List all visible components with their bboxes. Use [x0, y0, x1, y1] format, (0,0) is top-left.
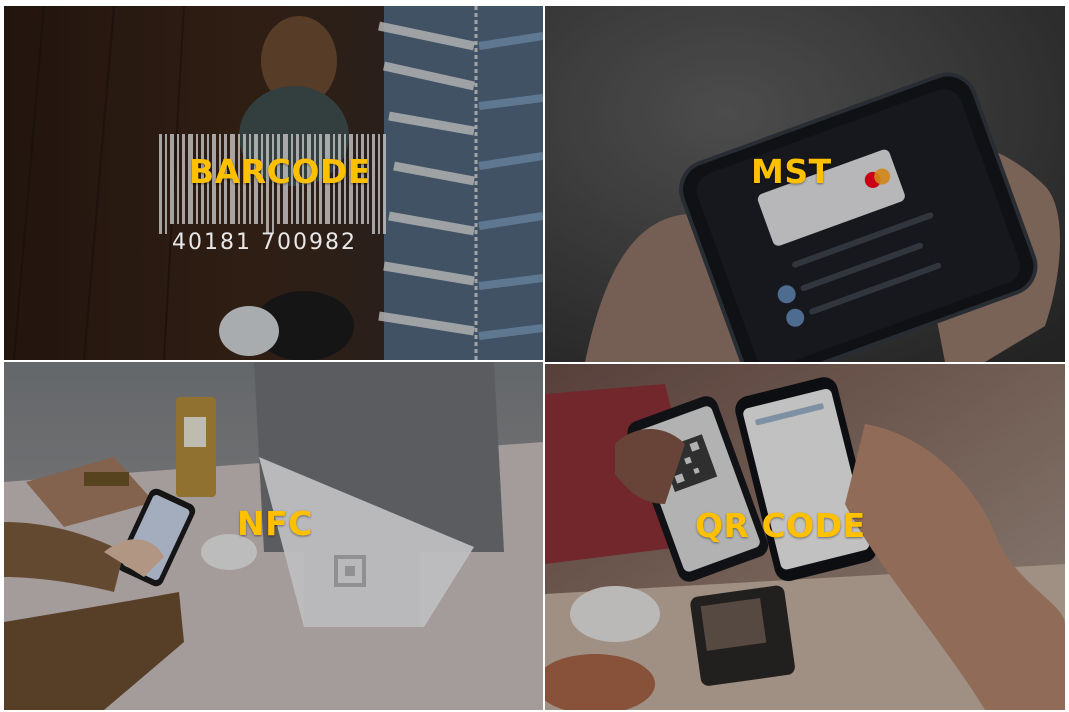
barcode-label: BARCODE	[189, 152, 371, 191]
qr-code-tile: QR CODE	[545, 364, 1065, 710]
qr-code-label: QR CODE	[695, 506, 866, 545]
mst-label: MST	[751, 152, 832, 191]
barcode-number: 40181 700982	[172, 230, 357, 255]
mst-tile: MST	[545, 6, 1065, 362]
nfc-tile: NFC	[4, 362, 543, 710]
nfc-label: NFC	[237, 504, 313, 543]
payment-methods-grid: 40181 700982 BARCODE MST NFC QR CODE	[0, 0, 1069, 712]
barcode-tile: 40181 700982 BARCODE	[4, 6, 543, 360]
